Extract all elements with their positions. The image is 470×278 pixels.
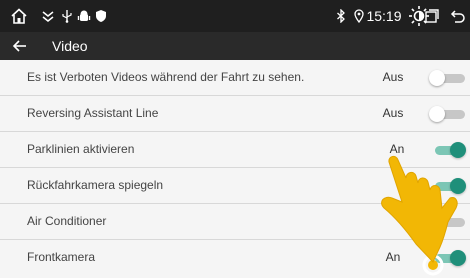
screen: 15:19 Video Es ist Verboten Videos währe… [0, 0, 470, 278]
shield-icon [94, 0, 108, 32]
app-bar: Video [0, 32, 470, 60]
navigation-icon [40, 0, 56, 32]
toggle-switch[interactable] [429, 249, 469, 267]
toggle-switch[interactable] [429, 105, 469, 123]
status-bar: 15:19 [0, 0, 470, 32]
bluetooth-icon [334, 0, 348, 32]
setting-value: An [385, 250, 401, 264]
arrow-left-icon[interactable] [4, 32, 36, 60]
setting-row-video-warning[interactable]: Es ist Verboten Videos während der Fahrt… [0, 60, 470, 96]
setting-label: Parklinien aktivieren [27, 142, 135, 156]
setting-label: Air Conditioner [27, 214, 107, 228]
setting-value: Aus [382, 106, 404, 120]
home-icon[interactable] [6, 0, 32, 32]
setting-label: Es ist Verboten Videos während der Fahrt… [27, 70, 305, 84]
setting-row-frontkamera[interactable]: Frontkamera An [0, 240, 470, 276]
toggle-switch[interactable] [429, 69, 469, 87]
location-icon [352, 0, 366, 32]
setting-row-reversing-assistant-line[interactable]: Reversing Assistant Line Aus [0, 96, 470, 132]
setting-label: Rückfahrkamera spiegeln [27, 178, 164, 192]
setting-row-parklinien[interactable]: Parklinien aktivieren An [0, 132, 470, 168]
toggle-switch[interactable] [429, 177, 469, 195]
setting-label: Frontkamera [27, 250, 96, 264]
toggle-switch[interactable] [429, 213, 469, 231]
setting-value [372, 168, 414, 203]
clock-time: 15:19 [366, 8, 402, 24]
setting-label: Reversing Assistant Line [27, 106, 159, 120]
toggle-switch[interactable] [429, 141, 469, 159]
usb-icon [60, 0, 74, 32]
setting-value: An [389, 142, 405, 156]
setting-row-air-conditioner[interactable]: Air Conditioner [0, 204, 470, 240]
setting-row-rueckfahrkamera-spiegeln[interactable]: Rückfahrkamera spiegeln [0, 168, 470, 204]
recents-icon[interactable] [418, 0, 446, 32]
back-icon[interactable] [446, 0, 470, 32]
setting-value [372, 204, 414, 239]
page-title: Video [52, 38, 88, 54]
android-debug-icon [76, 0, 92, 32]
settings-list: Es ist Verboten Videos während der Fahrt… [0, 60, 470, 278]
setting-value: Aus [382, 70, 404, 84]
